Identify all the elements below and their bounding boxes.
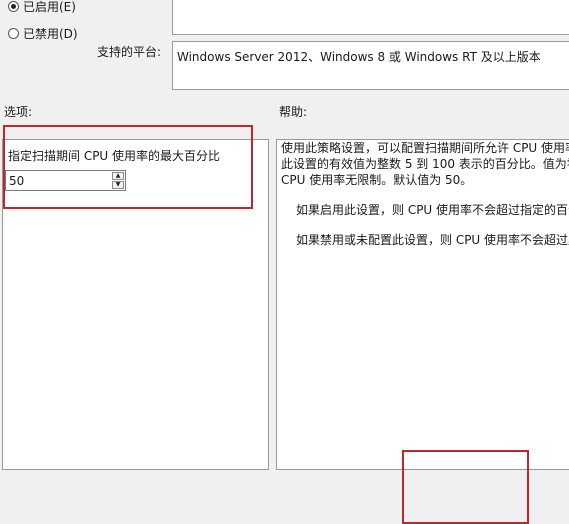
help-line-5: 如果禁用或未配置此设置，则 CPU 使用率不会超过默 bbox=[296, 233, 569, 247]
platform-box: Windows Server 2012、Windows 8 或 Windows … bbox=[172, 41, 569, 90]
platform-label: 支持的平台: bbox=[97, 45, 162, 59]
help-title: 帮助: bbox=[279, 105, 308, 119]
highlight-frame-options bbox=[3, 125, 253, 209]
help-line-3: CPU 使用率无限制。默认值为 50。 bbox=[281, 173, 473, 187]
radio-enabled-indicator[interactable] bbox=[8, 1, 19, 12]
radio-disabled[interactable]: 已禁用(D) bbox=[8, 25, 78, 42]
comment-box[interactable] bbox=[172, 0, 569, 35]
help-line-4: 如果启用此设置，则 CPU 使用率不会超过指定的百分 bbox=[296, 203, 569, 217]
platform-value: Windows Server 2012、Windows 8 或 Windows … bbox=[177, 50, 541, 64]
help-line-2: 此设置的有效值为整数 5 到 100 表示的百分比。值为零 bbox=[281, 157, 569, 171]
radio-disabled-label: 已禁用(D) bbox=[23, 27, 78, 41]
highlight-frame-ok-button bbox=[402, 450, 529, 524]
radio-disabled-indicator[interactable] bbox=[8, 28, 19, 39]
help-line-1: 使用此策略设置，可以配置扫描期间所允许 CPU 使用率 bbox=[281, 141, 569, 155]
radio-enabled[interactable]: 已启用(E) bbox=[8, 0, 76, 15]
help-panel: 使用此策略设置，可以配置扫描期间所允许 CPU 使用率 此设置的有效值为整数 5… bbox=[276, 139, 569, 470]
help-text: 使用此策略设置，可以配置扫描期间所允许 CPU 使用率 此设置的有效值为整数 5… bbox=[281, 140, 569, 248]
options-title: 选项: bbox=[4, 105, 33, 119]
radio-enabled-label: 已启用(E) bbox=[23, 0, 76, 14]
